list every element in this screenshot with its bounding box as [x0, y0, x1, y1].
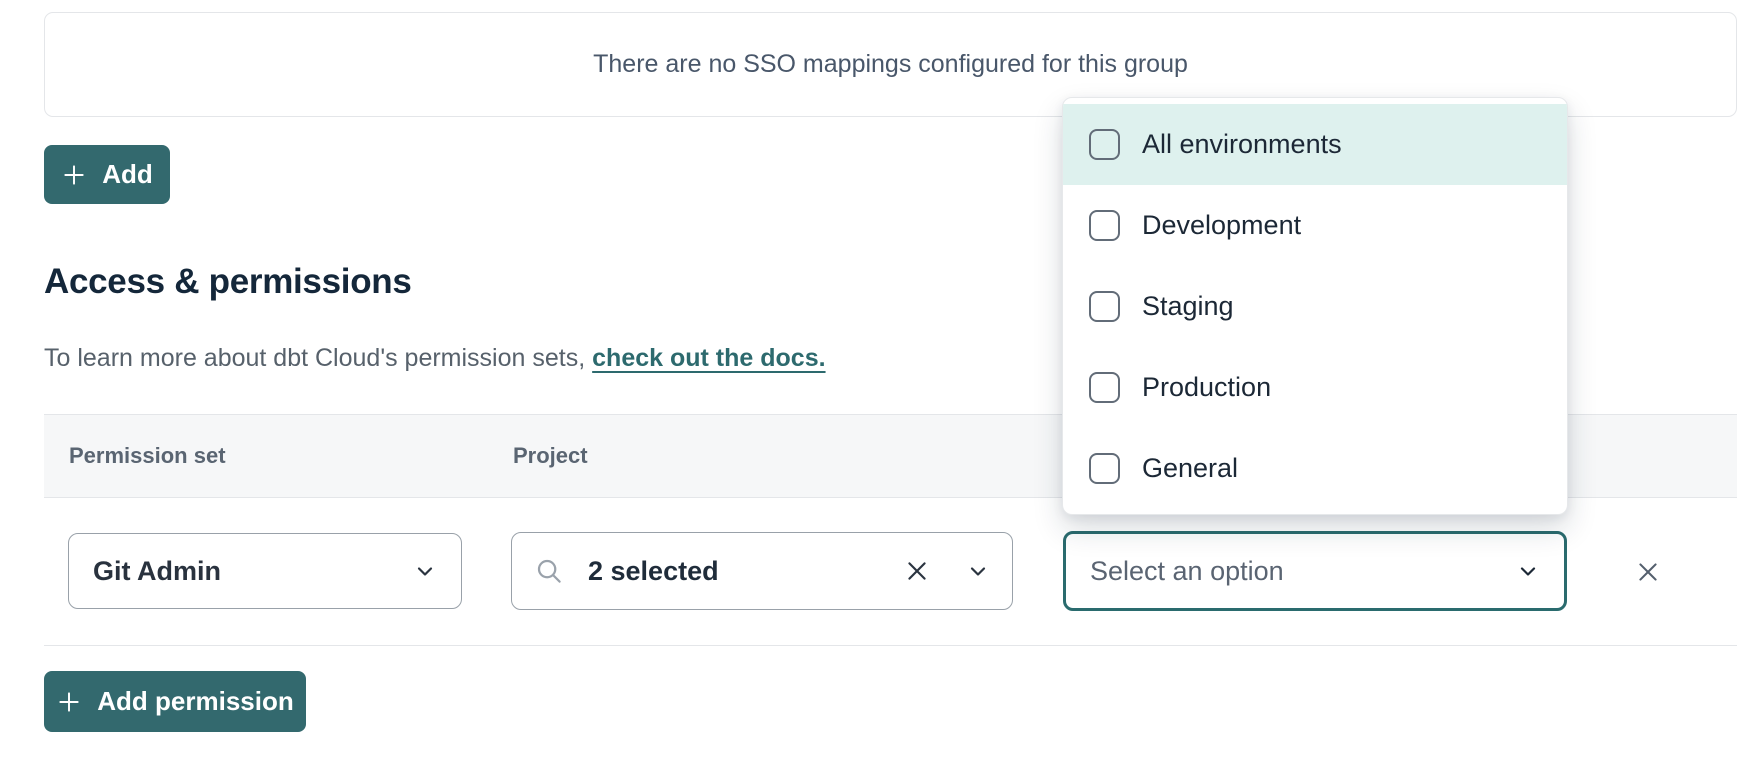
chevron-down-icon: [966, 559, 990, 583]
permissions-description: To learn more about dbt Cloud's permissi…: [44, 344, 826, 373]
dropdown-option-staging[interactable]: Staging: [1063, 266, 1567, 347]
description-text: To learn more about dbt Cloud's permissi…: [44, 344, 585, 372]
chevron-down-icon: [1516, 559, 1540, 583]
column-header-permission-set: Permission set: [69, 443, 513, 469]
option-label: Production: [1142, 372, 1271, 403]
group-settings-page: There are no SSO mappings configured for…: [0, 0, 1744, 772]
plus-icon: [61, 162, 87, 188]
delete-row-button[interactable]: [1632, 556, 1664, 588]
dropdown-option-development[interactable]: Development: [1063, 185, 1567, 266]
close-icon: [1635, 559, 1661, 585]
page-title: Access & permissions: [44, 262, 412, 302]
option-label: Development: [1142, 210, 1301, 241]
sso-empty-message: There are no SSO mappings configured for…: [593, 50, 1188, 79]
clear-selection-icon[interactable]: [904, 558, 930, 584]
add-permission-label: Add permission: [97, 686, 293, 717]
project-select[interactable]: 2 selected: [511, 532, 1013, 610]
environment-placeholder: Select an option: [1090, 556, 1284, 587]
checkbox-unchecked-icon[interactable]: [1089, 210, 1120, 241]
add-button-label: Add: [102, 159, 153, 190]
plus-icon: [56, 689, 82, 715]
add-permission-button[interactable]: Add permission: [44, 671, 306, 732]
column-header-project: Project: [513, 443, 588, 469]
row-divider: [44, 645, 1737, 646]
dropdown-option-general[interactable]: General: [1063, 428, 1567, 509]
permission-set-select[interactable]: Git Admin: [68, 533, 462, 609]
checkbox-unchecked-icon[interactable]: [1089, 372, 1120, 403]
checkbox-unchecked-icon[interactable]: [1089, 129, 1120, 160]
add-sso-mapping-button[interactable]: Add: [44, 145, 170, 204]
dropdown-option-production[interactable]: Production: [1063, 347, 1567, 428]
project-selected-count: 2 selected: [588, 556, 719, 587]
docs-link[interactable]: check out the docs.: [592, 344, 825, 372]
environment-dropdown-menu: All environments Development Staging Pro…: [1062, 97, 1568, 515]
option-label: Staging: [1142, 291, 1234, 322]
checkbox-unchecked-icon[interactable]: [1089, 453, 1120, 484]
option-label: All environments: [1142, 129, 1342, 160]
environment-select[interactable]: Select an option: [1063, 531, 1567, 611]
chevron-down-icon: [413, 559, 437, 583]
checkbox-unchecked-icon[interactable]: [1089, 291, 1120, 322]
dropdown-option-all-environments[interactable]: All environments: [1063, 104, 1567, 185]
search-icon: [534, 556, 564, 586]
permission-set-value: Git Admin: [93, 556, 221, 587]
option-label: General: [1142, 453, 1238, 484]
